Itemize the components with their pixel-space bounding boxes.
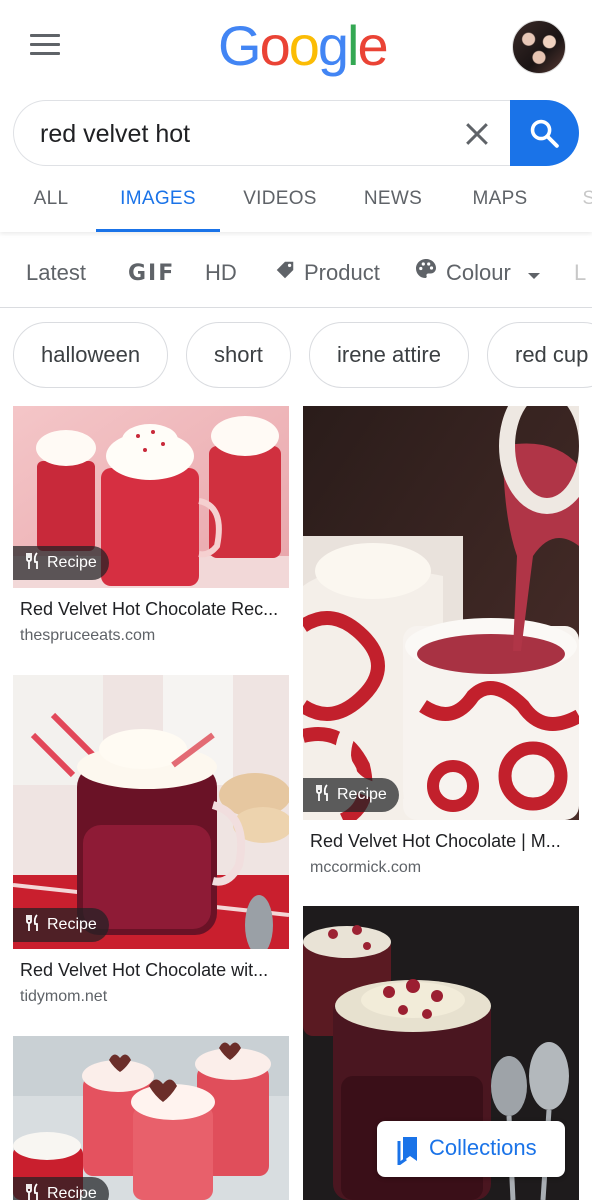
gif-icon: GIF (128, 261, 176, 286)
related-chips: halloween short irene attire red cup (0, 320, 592, 390)
filter-colour[interactable]: Colour (414, 238, 541, 307)
chip-irene-attire[interactable]: irene attire (309, 322, 469, 388)
search-icon (530, 119, 559, 148)
result-title[interactable]: Red Velvet Hot Chocolate Rec... (20, 599, 284, 620)
recipe-badge-label: Recipe (47, 916, 97, 933)
filter-latest[interactable]: Latest (26, 238, 86, 307)
tab-all[interactable]: ALL (22, 176, 80, 232)
image-result[interactable]: Recipe Red Velvet Hot Chocolate Rec... t… (13, 406, 289, 656)
filter-bar: Latest GIF HD Product Colour L (0, 238, 592, 308)
account-avatar[interactable] (512, 20, 566, 74)
fork-knife-icon (316, 784, 328, 802)
collections-button[interactable]: Collections (377, 1121, 565, 1177)
filter-more-label: L (574, 260, 587, 285)
tab-videos[interactable]: VIDEOS (236, 176, 324, 232)
recipe-badge: Recipe (13, 1177, 109, 1200)
fork-knife-icon (26, 552, 38, 570)
result-source: thespruceeats.com (20, 627, 156, 644)
header: Google ALL IMAGES VIDEOS NEWS MAPS S (0, 0, 592, 232)
result-thumbnail[interactable]: Recipe (13, 675, 289, 949)
search-input[interactable] (40, 117, 440, 151)
chip-halloween[interactable]: halloween (13, 322, 169, 388)
chevron-down-icon (527, 239, 541, 307)
image-results-grid: Recipe Red Velvet Hot Chocolate Rec... t… (0, 406, 592, 1200)
filter-gif[interactable]: GIF (128, 238, 176, 307)
image-result[interactable]: Recipe Red Velvet Hot Chocolate wit... t… (13, 675, 289, 1017)
tag-icon (274, 239, 296, 307)
hamburger-menu-icon[interactable] (30, 30, 70, 60)
result-title[interactable]: Red Velvet Hot Chocolate wit... (20, 960, 284, 981)
result-thumbnail[interactable]: Recipe (13, 406, 289, 588)
filter-colour-label: Colour (446, 260, 511, 285)
tab-more[interactable]: S (574, 176, 592, 232)
recipe-badge: Recipe (13, 908, 109, 942)
result-source: mccormick.com (310, 859, 422, 876)
filter-hd[interactable]: HD (205, 238, 237, 307)
result-thumbnail[interactable]: Recipe (13, 1036, 289, 1200)
bookmark-collection-icon (397, 1137, 417, 1165)
clear-icon[interactable] (462, 119, 492, 149)
recipe-badge: Recipe (13, 546, 109, 580)
search-box (13, 100, 513, 166)
collections-label: Collections (429, 1135, 537, 1160)
result-thumbnail[interactable]: Recipe (303, 406, 579, 820)
filter-latest-label: Latest (26, 260, 86, 285)
palette-icon (414, 239, 438, 307)
fork-knife-icon (26, 914, 38, 932)
image-result[interactable]: Recipe Red Velvet Hot Chocolate | M... m… (303, 406, 579, 886)
search-button[interactable] (510, 100, 579, 166)
active-tab-indicator (96, 229, 220, 232)
image-result[interactable]: Recipe (13, 1036, 289, 1200)
recipe-badge-label: Recipe (47, 1185, 97, 1200)
recipe-badge-label: Recipe (47, 554, 97, 571)
result-title[interactable]: Red Velvet Hot Chocolate | M... (310, 831, 574, 852)
tab-news[interactable]: NEWS (354, 176, 432, 232)
filter-product[interactable]: Product (274, 238, 380, 307)
recipe-badge: Recipe (303, 778, 399, 812)
search-bar (13, 100, 579, 166)
google-logo[interactable]: Google (218, 14, 389, 78)
filter-hd-label: HD (205, 260, 237, 285)
tab-maps[interactable]: MAPS (462, 176, 538, 232)
filter-product-label: Product (304, 260, 380, 285)
result-source: tidymom.net (20, 988, 108, 1005)
recipe-badge-label: Recipe (337, 786, 387, 803)
chip-red-cup[interactable]: red cup (487, 322, 592, 388)
chip-short[interactable]: short (186, 322, 291, 388)
filter-more[interactable]: L (574, 238, 587, 307)
tabs-bar: ALL IMAGES VIDEOS NEWS MAPS S (0, 176, 592, 232)
tab-images[interactable]: IMAGES (96, 176, 220, 232)
fork-knife-icon (26, 1183, 38, 1200)
